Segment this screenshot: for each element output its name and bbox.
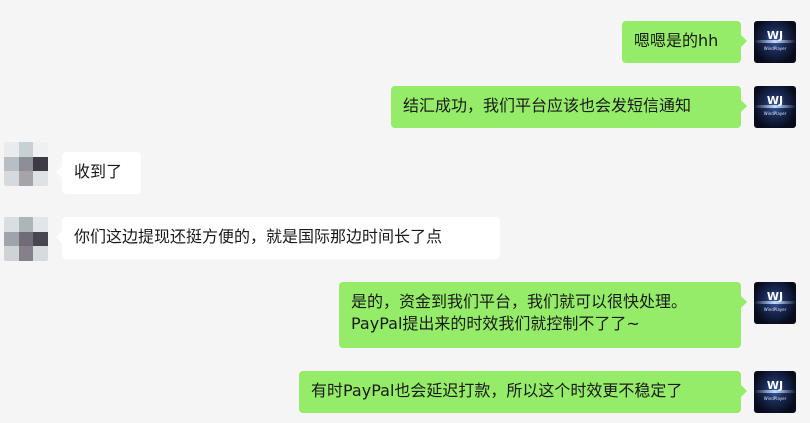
avatar-logo-mark: WJ bbox=[766, 290, 784, 303]
message-bubble[interactable]: 有时PayPal也会延迟打款，所以这个时效更不稳定了 bbox=[299, 371, 747, 413]
avatar-brand-text: WindPlayer bbox=[763, 46, 787, 51]
message-bubble[interactable]: 你们这边提现还挺方便的，就是国际那边时间长了点 bbox=[56, 217, 500, 259]
message-text: 你们这边提现还挺方便的，就是国际那边时间长了点 bbox=[74, 227, 443, 246]
avatar-logo-mark: WJ bbox=[766, 29, 784, 42]
avatar-logo-mark: WJ bbox=[766, 379, 784, 392]
avatar-brand-text: WindPlayer bbox=[763, 111, 787, 116]
avatar[interactable] bbox=[4, 217, 48, 261]
message-bubble[interactable]: 嗯嗯是的hh bbox=[622, 21, 747, 63]
message-bubble[interactable]: 是的，资金到我们平台，我们就可以很快处理。 PayPal提出来的时效我们就控制不… bbox=[339, 282, 747, 348]
avatar[interactable]: WJ WindPlayer bbox=[754, 21, 796, 63]
avatar[interactable]: WJ WindPlayer bbox=[754, 282, 796, 324]
message-text: 有时PayPal也会延迟打款，所以这个时效更不稳定了 bbox=[311, 381, 683, 400]
message-bubble[interactable]: 结汇成功，我们平台应该也会发短信通知 bbox=[391, 86, 747, 128]
avatar-brand-text: WindPlayer bbox=[763, 307, 787, 312]
message-text: 收到了 bbox=[74, 162, 123, 181]
avatar-brand-text: WindPlayer bbox=[763, 396, 787, 401]
avatar[interactable] bbox=[4, 142, 48, 186]
message-text: 结汇成功，我们平台应该也会发短信通知 bbox=[403, 96, 692, 115]
message-text-line: PayPal提出来的时效我们就控制不了了~ bbox=[351, 314, 640, 333]
avatar[interactable]: WJ WindPlayer bbox=[754, 86, 796, 128]
message-bubble[interactable]: 收到了 bbox=[56, 152, 141, 194]
avatar-logo-mark: WJ bbox=[766, 94, 784, 107]
avatar[interactable]: WJ WindPlayer bbox=[754, 371, 796, 413]
message-text-line: 是的，资金到我们平台，我们就可以很快处理。 bbox=[351, 292, 688, 311]
message-text: 嗯嗯是的hh bbox=[634, 31, 719, 50]
